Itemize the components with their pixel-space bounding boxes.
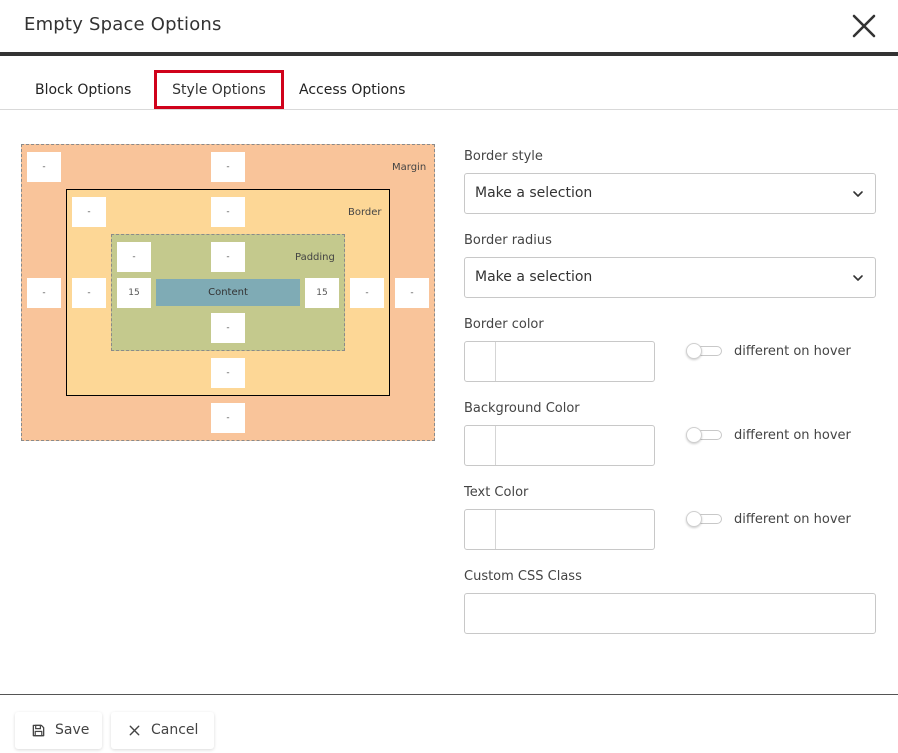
border-style-value: Make a selection [475, 185, 593, 201]
custom-css-label: Custom CSS Class [464, 569, 582, 584]
margin-top-input[interactable]: - [211, 152, 245, 182]
save-button[interactable]: Save [15, 712, 102, 749]
chevron-down-icon [853, 275, 863, 281]
padding-top-input[interactable]: - [211, 242, 245, 272]
chevron-down-icon [853, 191, 863, 197]
border-color-swatch[interactable] [465, 342, 496, 381]
border-color-hover-toggle[interactable] [686, 343, 722, 359]
tab-style-options[interactable]: Style Options [154, 70, 284, 109]
border-left-input[interactable]: - [72, 278, 106, 308]
tab-block-options[interactable]: Block Options [35, 70, 131, 109]
text-color-hover-label: different on hover [734, 512, 851, 527]
custom-css-input[interactable] [464, 593, 876, 634]
dialog-title: Empty Space Options [24, 14, 222, 35]
cancel-label: Cancel [151, 722, 199, 738]
border-top-left-input[interactable]: - [72, 197, 106, 227]
border-color-hover-label: different on hover [734, 344, 851, 359]
margin-label: Margin [392, 162, 427, 173]
border-top-input[interactable]: - [211, 197, 245, 227]
border-style-label: Border style [464, 149, 543, 164]
padding-bottom-input[interactable]: - [211, 313, 245, 343]
close-button[interactable] [850, 12, 878, 40]
padding-left-input[interactable]: 15 [117, 278, 151, 308]
border-color-input[interactable] [464, 341, 655, 382]
floppy-disk-icon [32, 724, 45, 737]
tab-bar: Block Options Style Options Access Optio… [0, 70, 898, 110]
close-icon [852, 14, 876, 38]
text-color-swatch[interactable] [465, 510, 496, 549]
cancel-button[interactable]: Cancel [111, 712, 214, 749]
tab-access-options[interactable]: Access Options [299, 70, 405, 109]
margin-left-input[interactable]: - [27, 278, 61, 308]
padding-label: Padding [295, 252, 335, 263]
margin-right-input[interactable]: - [395, 278, 429, 308]
padding-right-input[interactable]: 15 [305, 278, 339, 308]
save-label: Save [55, 722, 90, 738]
border-style-select[interactable]: Make a selection [464, 173, 876, 214]
footer-divider [0, 694, 898, 695]
background-color-input[interactable] [464, 425, 655, 466]
margin-top-left-input[interactable]: - [27, 152, 61, 182]
border-color-label: Border color [464, 317, 544, 332]
padding-top-left-input[interactable]: - [117, 242, 151, 272]
header-divider [0, 52, 898, 56]
text-color-label: Text Color [464, 485, 529, 500]
border-bottom-input[interactable]: - [211, 358, 245, 388]
x-icon [129, 725, 140, 736]
text-color-hover-toggle[interactable] [686, 511, 722, 527]
border-right-input[interactable]: - [350, 278, 384, 308]
margin-bottom-input[interactable]: - [211, 403, 245, 433]
content-box: Content [156, 279, 300, 306]
border-label: Border [348, 207, 382, 218]
background-color-label: Background Color [464, 401, 580, 416]
background-color-hover-toggle[interactable] [686, 427, 722, 443]
border-radius-label: Border radius [464, 233, 552, 248]
background-color-swatch[interactable] [465, 426, 496, 465]
text-color-input[interactable] [464, 509, 655, 550]
background-color-hover-label: different on hover [734, 428, 851, 443]
border-radius-select[interactable]: Make a selection [464, 257, 876, 298]
dialog-header: Empty Space Options [0, 0, 898, 56]
border-radius-value: Make a selection [475, 269, 593, 285]
